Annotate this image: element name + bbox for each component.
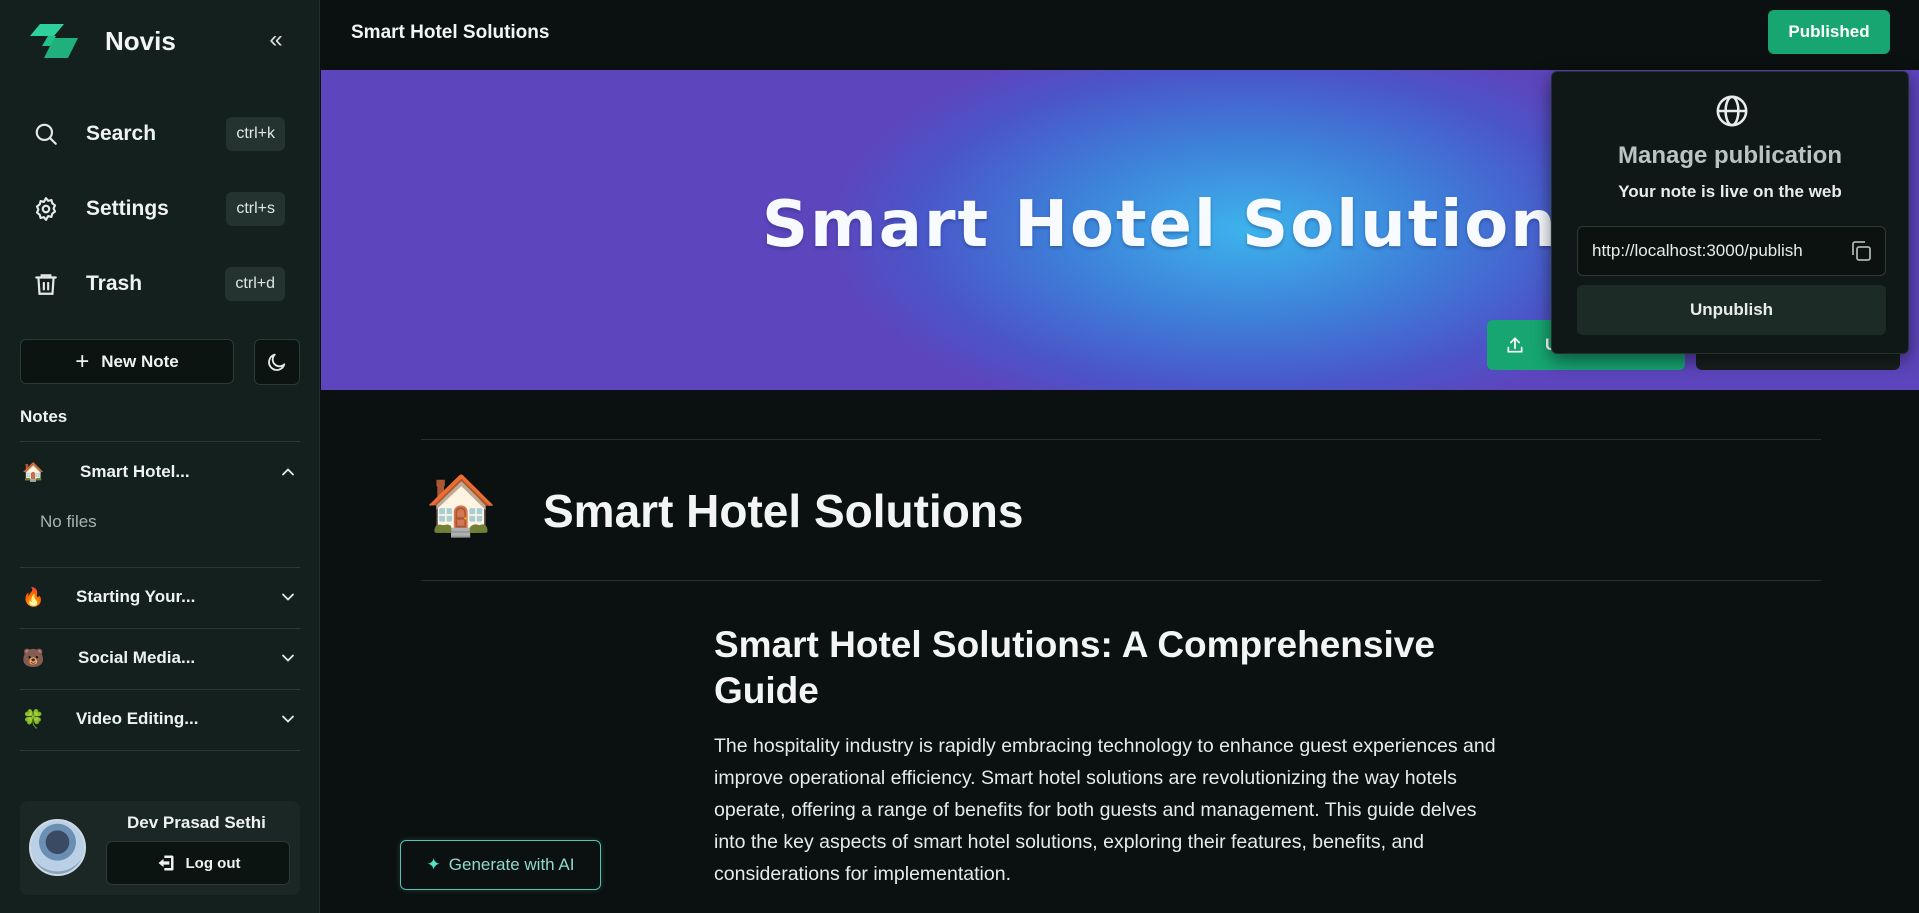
copy-icon[interactable] bbox=[1849, 239, 1873, 263]
theme-toggle-button[interactable] bbox=[254, 339, 300, 385]
shortcut-badge: ctrl+d bbox=[225, 267, 285, 301]
sidebar: Novis « Search ctrl+k Settings ctrl+s Tr… bbox=[0, 0, 320, 913]
upload-icon bbox=[1507, 337, 1523, 353]
plus-icon: + bbox=[75, 347, 90, 375]
sparkles-icon: ✦ bbox=[426, 855, 441, 874]
publish-url-field[interactable]: http://localhost:3000/publish bbox=[1577, 226, 1886, 276]
divider bbox=[20, 441, 300, 442]
note-emoji: 🐻 bbox=[22, 647, 45, 668]
divider bbox=[421, 439, 1821, 440]
divider bbox=[421, 580, 1821, 581]
note-item-starting-your[interactable]: 🔥 Starting Your... bbox=[20, 568, 300, 626]
cover-title: Smart Hotel Solutions bbox=[762, 188, 1598, 262]
breadcrumb-title: Smart Hotel Solutions bbox=[351, 22, 550, 43]
logout-button[interactable]: Log out bbox=[106, 841, 290, 885]
sidebar-item-trash[interactable]: Trash ctrl+d bbox=[20, 258, 286, 310]
generate-ai-label: Generate with AI bbox=[448, 855, 575, 874]
notes-heading: Notes bbox=[20, 407, 68, 426]
globe-icon bbox=[1716, 95, 1748, 127]
new-note-label: New Note bbox=[101, 351, 179, 371]
app-root: Novis « Search ctrl+k Settings ctrl+s Tr… bbox=[0, 0, 1919, 913]
publish-popover: Manage publication Your note is live on … bbox=[1551, 71, 1909, 354]
note-title[interactable]: Smart Hotel Solutions bbox=[543, 484, 1023, 538]
note-emoji: 🏠 bbox=[22, 461, 45, 482]
note-title: Video Editing... bbox=[76, 709, 199, 728]
top-bar: Smart Hotel Solutions Published bbox=[321, 0, 1919, 70]
note-icon-emoji[interactable]: 🏠 bbox=[425, 472, 497, 540]
sidebar-item-search[interactable]: Search ctrl+k bbox=[20, 108, 286, 160]
user-name: Dev Prasad Sethi bbox=[127, 813, 266, 832]
divider bbox=[20, 750, 300, 751]
brand: Novis bbox=[30, 22, 176, 60]
note-emoji: 🍀 bbox=[22, 708, 45, 729]
content-heading: Smart Hotel Solutions: A Comprehensive G… bbox=[714, 624, 1435, 711]
chevron-down-icon[interactable] bbox=[278, 709, 298, 729]
note-title: Social Media... bbox=[78, 648, 196, 667]
no-files-text: No files bbox=[40, 512, 97, 531]
moon-icon bbox=[268, 353, 286, 371]
chevron-down-icon[interactable] bbox=[278, 648, 298, 668]
shortcut-badge: ctrl+s bbox=[226, 192, 285, 226]
search-icon bbox=[20, 121, 72, 147]
gear-icon bbox=[20, 196, 72, 222]
collapse-sidebar-button[interactable]: « bbox=[262, 26, 290, 54]
logout-label: Log out bbox=[185, 854, 241, 872]
chevron-up-icon[interactable] bbox=[278, 462, 298, 482]
sidebar-item-label: Search bbox=[86, 122, 157, 145]
note-title: Smart Hotel... bbox=[80, 462, 190, 481]
editor-content[interactable]: Smart Hotel Solutions: A Comprehensive G… bbox=[714, 622, 1504, 890]
sidebar-item-settings[interactable]: Settings ctrl+s bbox=[20, 183, 286, 235]
popover-subtitle: Your note is live on the web bbox=[1618, 182, 1842, 201]
note-emoji: 🔥 bbox=[22, 586, 45, 607]
trash-icon bbox=[20, 271, 72, 297]
chevrons-left-icon: « bbox=[269, 26, 283, 53]
brand-name: Novis bbox=[105, 25, 176, 56]
novis-logo-icon bbox=[30, 24, 78, 58]
chevron-down-icon[interactable] bbox=[278, 587, 298, 607]
unpublish-button[interactable]: Unpublish bbox=[1577, 285, 1886, 335]
note-item-video-editing[interactable]: 🍀 Video Editing... bbox=[20, 690, 300, 748]
publish-url-text: http://localhost:3000/publish bbox=[1592, 241, 1803, 260]
shortcut-badge: ctrl+k bbox=[226, 117, 285, 151]
avatar bbox=[29, 819, 86, 876]
sidebar-item-label: Trash bbox=[86, 272, 143, 295]
note-item-smart-hotel[interactable]: 🏠 Smart Hotel... bbox=[20, 443, 300, 501]
new-note-button[interactable]: + New Note bbox=[20, 339, 234, 384]
published-button[interactable]: Published bbox=[1768, 10, 1890, 54]
popover-title: Manage publication bbox=[1617, 142, 1842, 169]
note-title: Starting Your... bbox=[76, 587, 196, 606]
user-card: Dev Prasad Sethi Log out bbox=[20, 801, 300, 895]
logout-icon bbox=[158, 855, 173, 871]
content-paragraph: The hospitality industry is rapidly embr… bbox=[714, 735, 1496, 885]
sidebar-item-label: Settings bbox=[86, 197, 169, 220]
note-item-social-media[interactable]: 🐻 Social Media... bbox=[20, 629, 300, 687]
generate-with-ai-button[interactable]: ✦ Generate with AI bbox=[400, 840, 601, 890]
